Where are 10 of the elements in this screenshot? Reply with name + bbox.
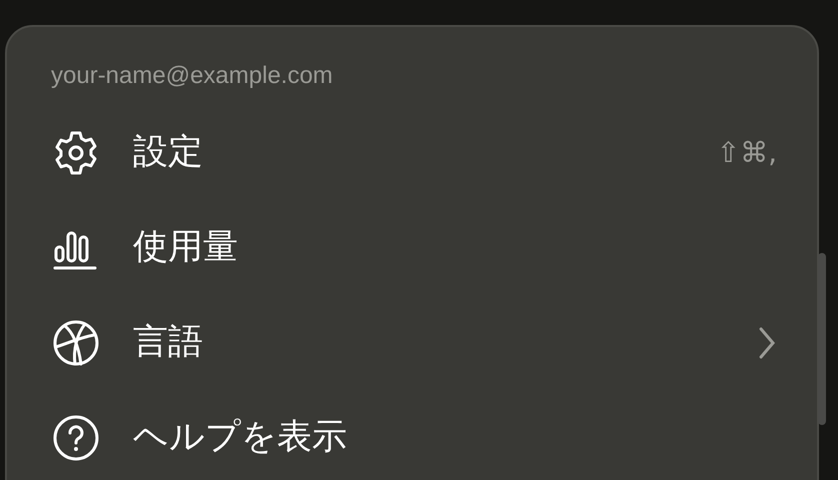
- globe-icon: [51, 318, 101, 368]
- menu-item[interactable]: 設定 ⇧⌘,: [51, 105, 777, 200]
- account-email: your-name@example.com: [51, 61, 334, 91]
- shortcut-hint: ⇧⌘,: [716, 134, 777, 170]
- menu-item[interactable]: 言語: [51, 295, 777, 390]
- chevron-right-icon: [757, 326, 777, 360]
- menu-item[interactable]: ヘルプを表示: [51, 390, 777, 480]
- scrollbar-thumb[interactable]: [818, 253, 826, 425]
- help-icon: [51, 412, 101, 462]
- menu-item[interactable]: 使用量: [51, 200, 777, 295]
